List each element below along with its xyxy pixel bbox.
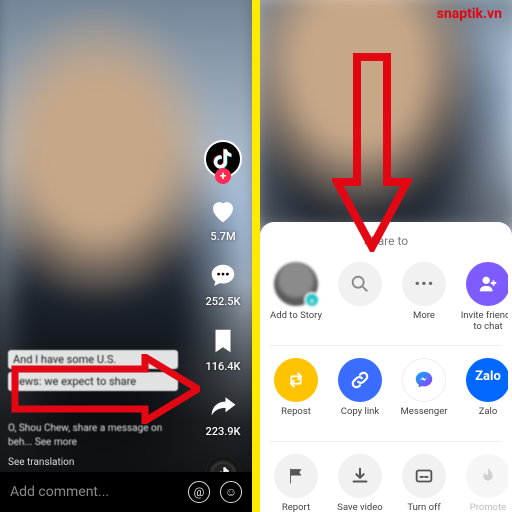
share-item-label: Add to Story [270, 311, 322, 333]
share-item-label: Repost [281, 407, 311, 429]
copy-link-button[interactable]: Copy link [328, 358, 392, 429]
more-contacts[interactable]: ··· More [392, 262, 456, 333]
share-item-label: Zalo [479, 407, 498, 429]
row-divider [270, 441, 502, 442]
search-icon [349, 273, 371, 295]
share-item-label: Report [282, 503, 310, 512]
subtitle-line: news: we expect to share [8, 372, 178, 391]
comment-bar: Add comment... @ ☺ [0, 472, 252, 512]
follow-plus-icon[interactable]: + [215, 168, 231, 184]
comment-count: 252.5K [205, 295, 240, 308]
share-item-label: Promote [470, 503, 506, 512]
zalo-icon: Zalo [475, 369, 501, 391]
mention-icon[interactable]: @ [188, 481, 210, 503]
plus-badge-icon: + [304, 292, 320, 308]
add-to-story[interactable]: + Add to Story [264, 262, 328, 333]
flame-icon [477, 465, 499, 487]
zalo-button[interactable]: Zalo Zalo [456, 358, 508, 429]
ellipsis-icon: ··· [402, 262, 446, 306]
promote-button[interactable]: Promote [456, 454, 508, 512]
bookmark-icon [208, 326, 238, 356]
translate-link[interactable]: See translation [8, 457, 74, 468]
video-meta-text[interactable]: O, Shou Chew, share a message on beh... … [8, 422, 188, 450]
messenger-button[interactable]: Messenger [392, 358, 456, 429]
save-video-button[interactable]: Save video [328, 454, 392, 512]
share-count: 223.9K [205, 425, 240, 438]
profile-avatar[interactable]: + [204, 140, 242, 178]
invite-friends[interactable]: Invite friends to chat [456, 262, 508, 333]
share-item-label: Copy link [341, 407, 379, 429]
sheet-title: Share to [264, 234, 508, 248]
save-button[interactable]: 116.4K [205, 326, 240, 373]
share-row-contacts: + Add to Story ··· More Invite friends t… [264, 258, 508, 343]
share-arrow-icon [208, 391, 238, 421]
share-item-label: More [413, 311, 435, 333]
comment-icon [208, 261, 238, 291]
like-count: 5.7M [210, 230, 235, 243]
link-icon [349, 369, 371, 391]
tiktok-share-sheet-screen: snaptik.vn Share to + Add to Story ··· M… [260, 0, 512, 512]
download-icon [349, 465, 371, 487]
messenger-icon [413, 369, 435, 391]
comment-input[interactable]: Add comment... [10, 484, 178, 500]
flag-icon [285, 465, 307, 487]
share-item-label: Save video [337, 503, 382, 512]
share-item-label: Invite friends to chat [456, 311, 508, 333]
subtitle-line: And I have some U.S. [8, 350, 178, 369]
video-background [260, 0, 512, 233]
heart-icon [208, 196, 238, 226]
comment-button[interactable]: 252.5K [205, 261, 240, 308]
repost-button[interactable]: Repost [264, 358, 328, 429]
repost-icon [285, 369, 307, 391]
search-contact[interactable] [328, 262, 392, 333]
share-item-label: Messenger [400, 407, 447, 429]
captions-button[interactable]: Turn off captions [392, 454, 456, 512]
row-divider [270, 345, 502, 346]
caption-box: And I have some U.S. news: we expect to … [8, 350, 178, 394]
like-button[interactable]: 5.7M [208, 196, 238, 243]
save-count: 116.4K [205, 360, 240, 373]
share-sheet: Share to + Add to Story ··· More Invite … [260, 222, 512, 512]
report-button[interactable]: Report [264, 454, 328, 512]
share-row-actions: Report Save video Turn off captions Prom… [264, 450, 508, 512]
share-button[interactable]: 223.9K [205, 391, 240, 438]
action-rail: + 5.7M 252.5K 116.4K 223.9K [204, 140, 242, 492]
captions-icon [413, 465, 435, 487]
add-friend-icon [477, 273, 499, 295]
share-item-label: Turn off captions [392, 503, 456, 512]
tiktok-video-screen: + 5.7M 252.5K 116.4K 223.9K And I have s… [0, 0, 252, 512]
share-row-apps: Repost Copy link Messenger Zalo Zalo f F… [264, 354, 508, 439]
watermark-text: snaptik.vn [437, 6, 502, 22]
emoji-icon[interactable]: ☺ [220, 481, 242, 503]
